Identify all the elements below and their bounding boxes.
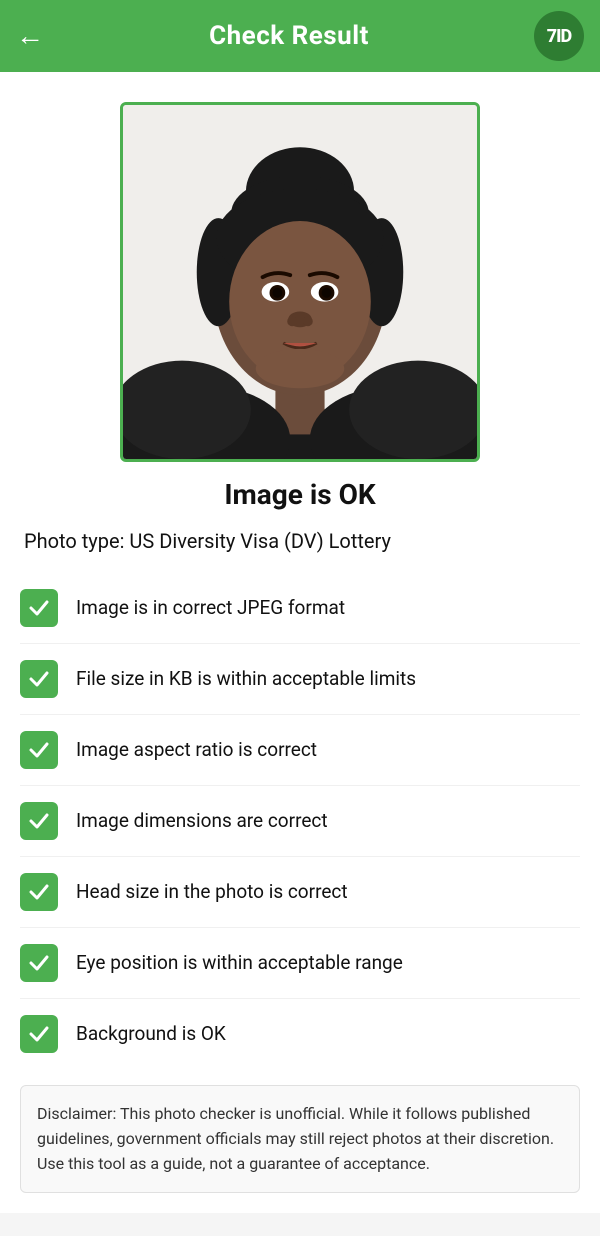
check-item-background: Background is OK [20, 999, 580, 1069]
portrait-image [123, 105, 477, 459]
check-label-aspect-ratio: Image aspect ratio is correct [76, 738, 317, 763]
check-list: Image is in correct JPEG format File siz… [20, 573, 580, 1069]
check-icon-file-size [20, 660, 58, 698]
disclaimer: Disclaimer: This photo checker is unoffi… [20, 1085, 580, 1193]
check-label-background: Background is OK [76, 1022, 226, 1047]
check-item-aspect-ratio: Image aspect ratio is correct [20, 715, 580, 786]
back-button[interactable]: ← [16, 22, 44, 50]
check-item-file-size: File size in KB is within acceptable lim… [20, 644, 580, 715]
check-icon-aspect-ratio [20, 731, 58, 769]
app-logo: 7ID [534, 11, 584, 61]
check-item-jpeg-format: Image is in correct JPEG format [20, 573, 580, 644]
check-label-dimensions: Image dimensions are correct [76, 809, 328, 834]
check-label-eye-position: Eye position is within acceptable range [76, 951, 403, 976]
photo-frame [120, 102, 480, 462]
check-label-file-size: File size in KB is within acceptable lim… [76, 667, 416, 692]
check-icon-dimensions [20, 802, 58, 840]
status-title: Image is OK [20, 478, 580, 511]
check-item-head-size: Head size in the photo is correct [20, 857, 580, 928]
check-icon-head-size [20, 873, 58, 911]
photo-wrapper [20, 92, 580, 478]
page-title: Check Result [209, 21, 369, 51]
photo-type-label: Photo type: US Diversity Visa (DV) Lotte… [20, 529, 580, 553]
header: ← Check Result 7ID [0, 0, 600, 72]
check-label-jpeg-format: Image is in correct JPEG format [76, 596, 345, 621]
check-item-eye-position: Eye position is within acceptable range [20, 928, 580, 999]
check-item-dimensions: Image dimensions are correct [20, 786, 580, 857]
check-label-head-size: Head size in the photo is correct [76, 880, 348, 905]
check-icon-eye-position [20, 944, 58, 982]
check-icon-background [20, 1015, 58, 1053]
main-content: Image is OK Photo type: US Diversity Vis… [0, 72, 600, 1193]
check-icon-jpeg-format [20, 589, 58, 627]
